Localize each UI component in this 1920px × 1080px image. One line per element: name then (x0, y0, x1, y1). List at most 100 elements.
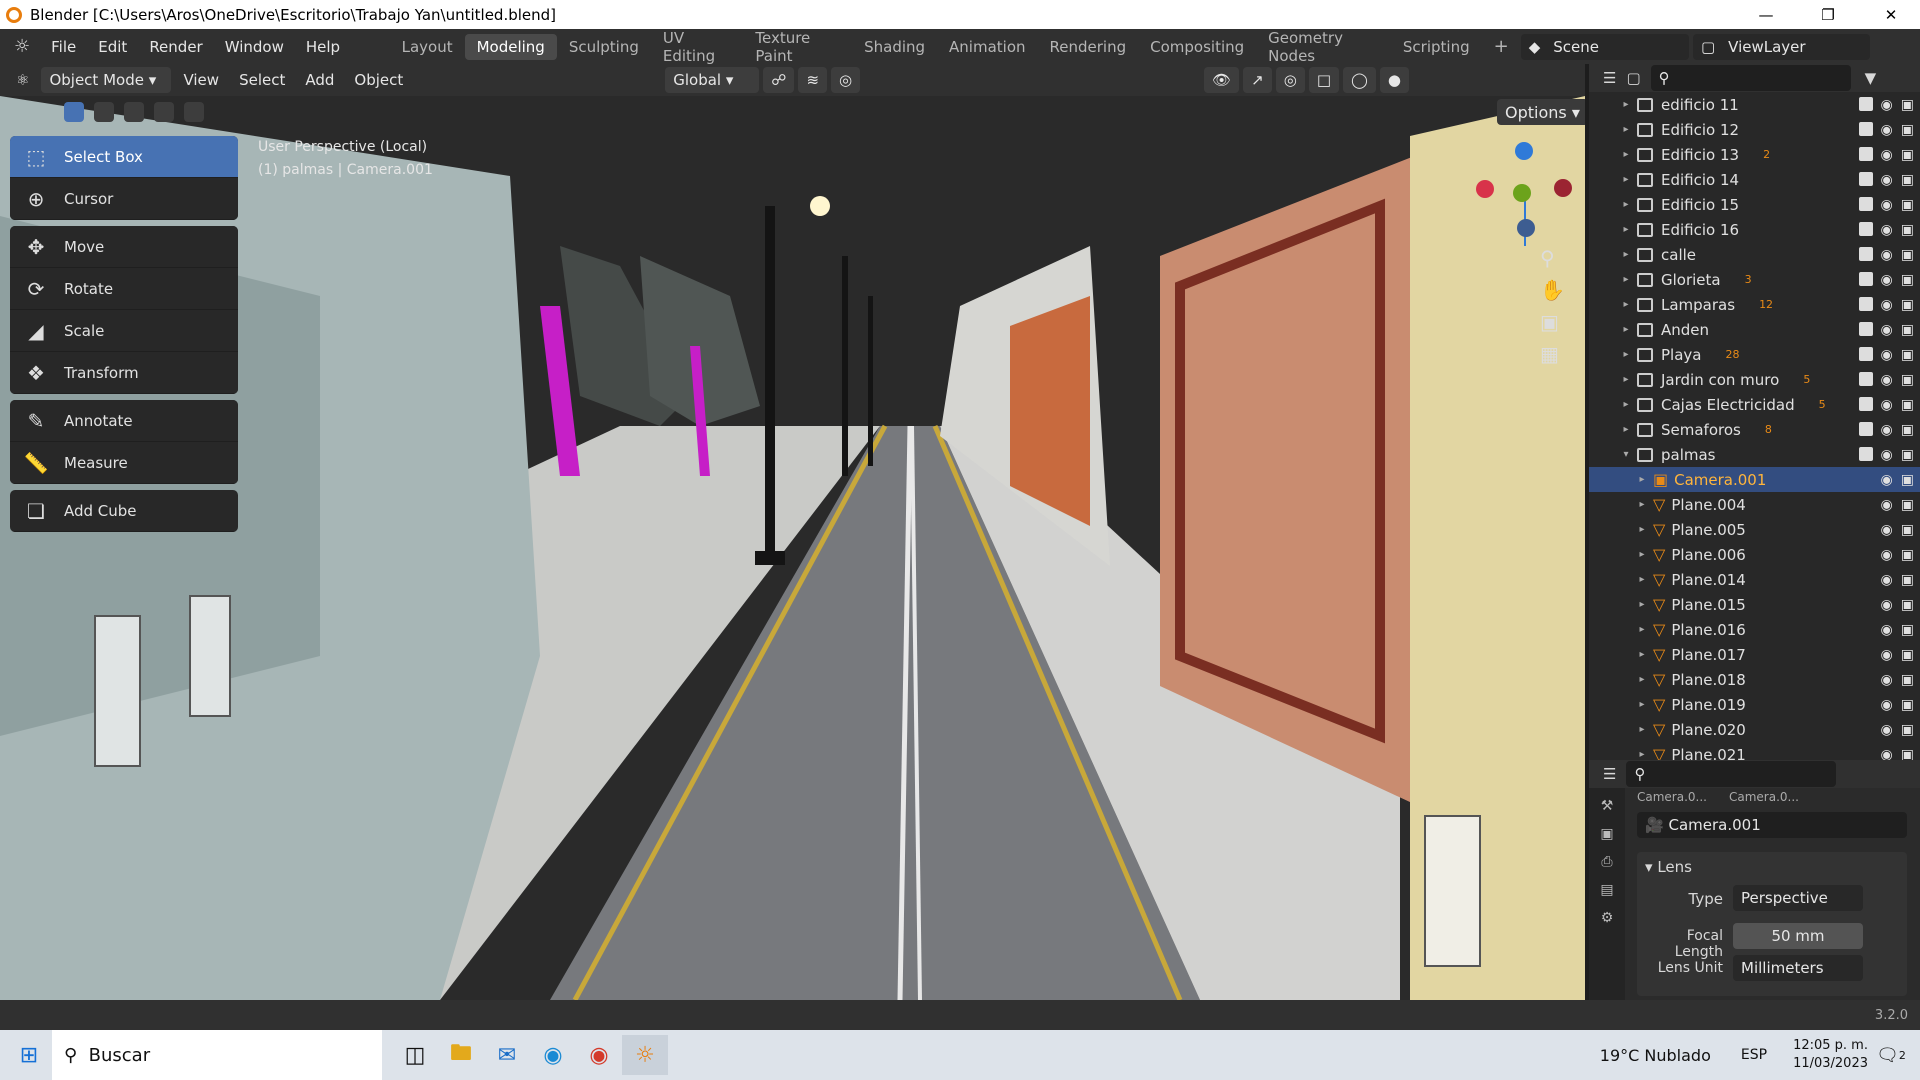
render-camera-icon[interactable]: ▣ (1901, 672, 1914, 688)
menu-select[interactable]: Select (231, 67, 293, 93)
render-camera-icon[interactable]: ▣ (1901, 497, 1914, 513)
expand-arrow-icon[interactable]: ▸ (1635, 724, 1649, 735)
expand-arrow-icon[interactable]: ▸ (1619, 99, 1633, 110)
chrome-icon[interactable]: ◉ (576, 1035, 622, 1075)
add-workspace-icon[interactable]: + (1482, 32, 1521, 61)
select-subtract-icon[interactable] (124, 102, 144, 122)
object-name-field[interactable]: 🎥 Camera.001 (1637, 812, 1907, 838)
tool-transform[interactable]: ❖ Transform (10, 352, 238, 394)
expand-arrow-icon[interactable]: ▸ (1635, 599, 1649, 610)
viewlayer-selector[interactable]: ▢ ViewLayer (1692, 33, 1870, 60)
eye-icon[interactable]: ◉ (1881, 697, 1893, 713)
blender-menu-icon[interactable]: ☼ (14, 36, 30, 57)
tool-select-box[interactable]: ⬚ Select Box (10, 136, 238, 178)
filter-icon[interactable]: ▼ (1865, 69, 1877, 87)
expand-arrow-icon[interactable]: ▸ (1635, 624, 1649, 635)
xray-icon[interactable]: □ (1308, 67, 1340, 93)
eye-icon[interactable]: ◉ (1881, 522, 1893, 538)
zoom-icon[interactable]: ⚲ (1540, 246, 1565, 270)
outliner-row[interactable]: ▸ Edificio 15 ◉ ▣ (1589, 192, 1920, 217)
lens-type-dropdown[interactable]: Perspective (1733, 885, 1863, 911)
properties-editor-icon[interactable]: ☰ (1603, 765, 1616, 783)
notifications-icon[interactable]: 🗨 2 (1868, 1035, 1914, 1075)
eye-icon[interactable]: ◉ (1881, 722, 1893, 738)
render-camera-icon[interactable]: ▣ (1901, 197, 1914, 213)
lens-unit-dropdown[interactable]: Millimeters (1733, 955, 1863, 981)
render-camera-icon[interactable]: ▣ (1901, 472, 1914, 488)
render-camera-icon[interactable]: ▣ (1901, 697, 1914, 713)
render-camera-icon[interactable]: ▣ (1901, 322, 1914, 338)
outliner-row[interactable]: ▸ Edificio 16 ◉ ▣ (1589, 217, 1920, 242)
eye-icon[interactable]: ◉ (1881, 197, 1893, 213)
tool-add-cube[interactable]: ❏ Add Cube (10, 490, 238, 532)
expand-arrow-icon[interactable]: ▸ (1635, 499, 1649, 510)
eye-icon[interactable]: ◉ (1881, 672, 1893, 688)
outliner-editor-icon[interactable]: ☰ (1603, 69, 1616, 87)
exclude-checkbox[interactable] (1858, 446, 1873, 461)
eye-icon[interactable]: ◉ (1881, 547, 1893, 563)
gizmo-icon[interactable]: ↗ (1243, 67, 1272, 93)
eye-icon[interactable]: ◉ (1881, 572, 1893, 588)
render-camera-icon[interactable]: ▣ (1901, 247, 1914, 263)
expand-arrow-icon[interactable]: ▸ (1635, 749, 1649, 760)
menu-object[interactable]: Object (346, 67, 411, 93)
tool-move[interactable]: ✥ Move (10, 226, 238, 268)
eye-icon[interactable]: ◉ (1881, 372, 1893, 388)
grid-ortho-icon[interactable]: ▦ (1540, 342, 1565, 366)
select-intersect-icon[interactable] (184, 102, 204, 122)
outliner-row[interactable]: ▸ Edificio 14 ◉ ▣ (1589, 167, 1920, 192)
outliner-row[interactable]: ▸ ▽ Plane.014 ◉ ▣ (1589, 567, 1920, 592)
windows-start-icon[interactable]: ⊞ (6, 1035, 52, 1075)
exclude-checkbox[interactable] (1858, 146, 1873, 161)
maximize-button[interactable]: ❐ (1805, 0, 1851, 29)
outliner-search-input[interactable]: ⚲ (1650, 65, 1851, 91)
outliner-row[interactable]: ▸ ▽ Plane.004 ◉ ▣ (1589, 492, 1920, 517)
render-camera-icon[interactable]: ▣ (1901, 422, 1914, 438)
eye-icon[interactable]: ◉ (1881, 497, 1893, 513)
snap-icon[interactable]: ≋ (798, 67, 828, 93)
eye-icon[interactable]: ◉ (1881, 172, 1893, 188)
tab-scripting[interactable]: Scripting (1391, 34, 1482, 60)
eye-icon[interactable]: ◉ (1881, 447, 1893, 463)
exclude-checkbox[interactable] (1858, 371, 1873, 386)
menu-edit[interactable]: Edit (87, 38, 138, 56)
expand-arrow-icon[interactable]: ▸ (1619, 424, 1633, 435)
scene-properties-icon[interactable]: ⚙ (1601, 910, 1614, 926)
tool-rotate[interactable]: ⟳ Rotate (10, 268, 238, 310)
eye-icon[interactable]: ◉ (1881, 222, 1893, 238)
scene-selector[interactable]: ◆ Scene (1520, 33, 1689, 60)
expand-arrow-icon[interactable]: ▸ (1619, 124, 1633, 135)
eye-icon[interactable]: ◉ (1881, 397, 1893, 413)
editor-type-icon[interactable]: ⚛ (8, 67, 37, 93)
outliner-row[interactable]: ▸ calle ◉ ▣ (1589, 242, 1920, 267)
render-camera-icon[interactable]: ▣ (1901, 172, 1914, 188)
eye-icon[interactable]: ◉ (1881, 322, 1893, 338)
tab-animation[interactable]: Animation (937, 34, 1037, 60)
display-mode-icon[interactable]: ▢ (1626, 69, 1640, 87)
exclude-checkbox[interactable] (1858, 196, 1873, 211)
eye-icon[interactable]: ◉ (1881, 297, 1893, 313)
eye-icon[interactable]: ◉ (1881, 472, 1893, 488)
outliner-row[interactable]: ▸ ▽ Plane.016 ◉ ▣ (1589, 617, 1920, 642)
mode-dropdown[interactable]: Object Mode ▾ (41, 67, 172, 93)
render-camera-icon[interactable]: ▣ (1901, 722, 1914, 738)
weather-label[interactable]: 19°C Nublado (1600, 1046, 1711, 1065)
minimize-button[interactable]: — (1743, 0, 1789, 29)
taskbar-search[interactable]: ⚲ Buscar (52, 1030, 382, 1080)
outliner-row[interactable]: ▸ Jardin con muro 5 ◉ ▣ (1589, 367, 1920, 392)
language-indicator[interactable]: ESP (1741, 1047, 1767, 1063)
expand-arrow-icon[interactable]: ▸ (1635, 549, 1649, 560)
menu-help[interactable]: Help (295, 38, 351, 56)
render-camera-icon[interactable]: ▣ (1901, 522, 1914, 538)
eye-icon[interactable]: ◉ (1881, 622, 1893, 638)
render-camera-icon[interactable]: ▣ (1901, 447, 1914, 463)
render-camera-icon[interactable]: ▣ (1901, 547, 1914, 563)
expand-arrow-icon[interactable]: ▸ (1635, 574, 1649, 585)
menu-file[interactable]: File (40, 38, 87, 56)
outliner-row[interactable]: ▸ ▽ Plane.020 ◉ ▣ (1589, 717, 1920, 742)
overlays-icon[interactable]: ◎ (1275, 67, 1305, 93)
lens-panel-header[interactable]: ▾ Lens (1637, 852, 1907, 882)
tab-geometry-nodes[interactable]: Geometry Nodes (1256, 25, 1391, 69)
tab-modeling[interactable]: Modeling (464, 33, 557, 60)
select-difference-icon[interactable] (154, 102, 174, 122)
